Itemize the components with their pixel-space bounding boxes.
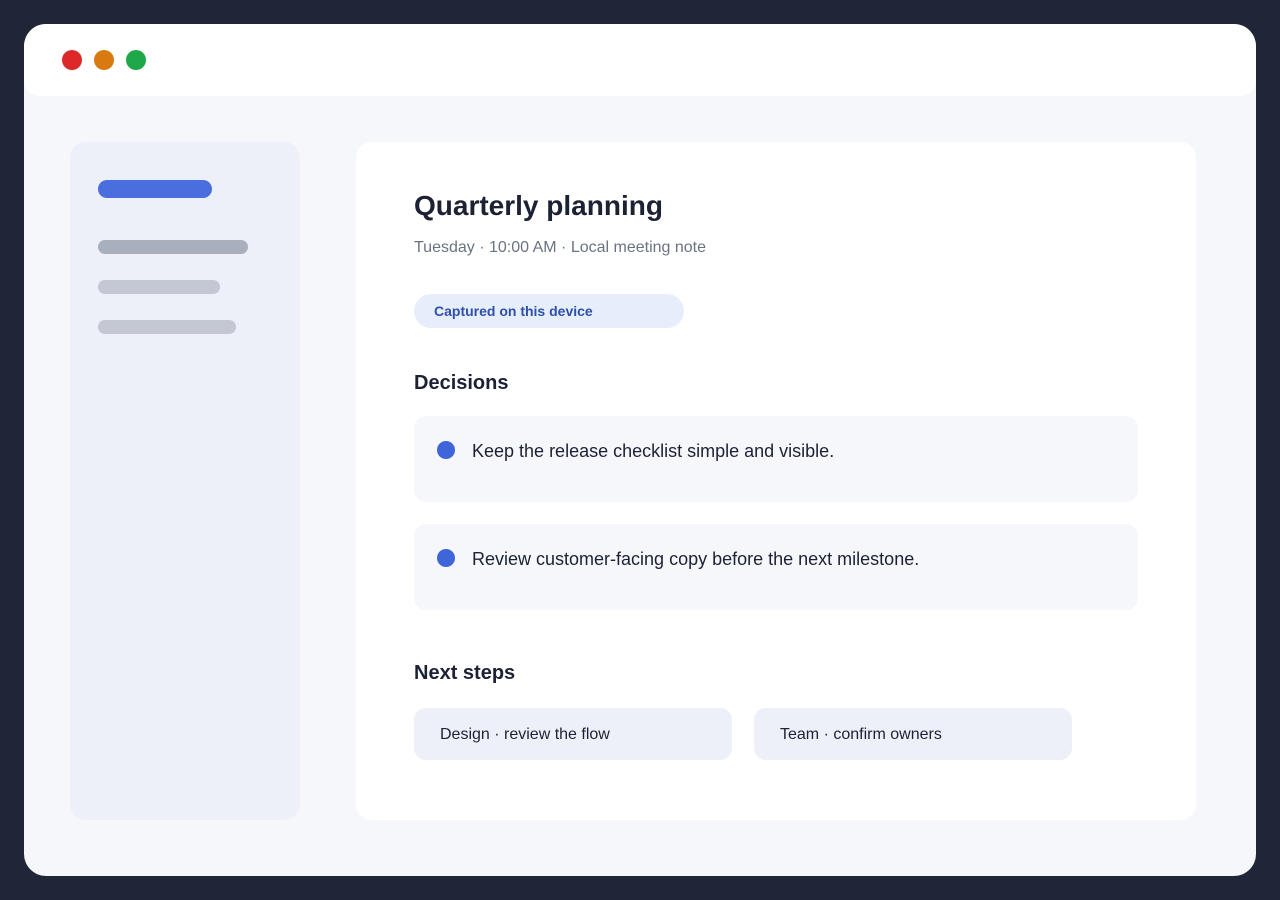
decision-text: Keep the release checklist simple and vi… xyxy=(472,441,835,461)
close-window-button[interactable] xyxy=(62,50,82,70)
window-titlebar xyxy=(24,24,1256,96)
capture-status-badge: Captured on this device xyxy=(414,294,684,328)
decisions-heading: Decisions xyxy=(414,372,509,394)
decision-item: Keep the release checklist simple and vi… xyxy=(414,416,1138,502)
app-window: Quarterly planning Tuesday · 10:00 AM · … xyxy=(24,24,1256,876)
meeting-note-card: Quarterly planning Tuesday · 10:00 AM · … xyxy=(356,142,1196,820)
decision-text: Review customer-facing copy before the n… xyxy=(472,549,920,569)
minimize-window-button[interactable] xyxy=(94,50,114,70)
sidebar-item-placeholder[interactable] xyxy=(98,280,220,294)
next-steps-heading: Next steps xyxy=(414,662,516,684)
next-step-chip[interactable]: Team · confirm owners xyxy=(754,708,1072,760)
sidebar-item-placeholder[interactable] xyxy=(98,240,248,254)
next-step-chip[interactable]: Design · review the flow xyxy=(414,708,732,760)
note-meta: Tuesday · 10:00 AM · Local meeting note xyxy=(414,239,707,256)
maximize-window-button[interactable] xyxy=(126,50,146,70)
sidebar-item-placeholder[interactable] xyxy=(98,320,236,334)
bullet-icon xyxy=(437,549,455,567)
sidebar-active-item-placeholder[interactable] xyxy=(98,180,212,198)
decision-item: Review customer-facing copy before the n… xyxy=(414,524,1138,610)
bullet-icon xyxy=(437,441,455,459)
sidebar xyxy=(70,142,300,820)
note-title: Quarterly planning xyxy=(414,190,663,221)
